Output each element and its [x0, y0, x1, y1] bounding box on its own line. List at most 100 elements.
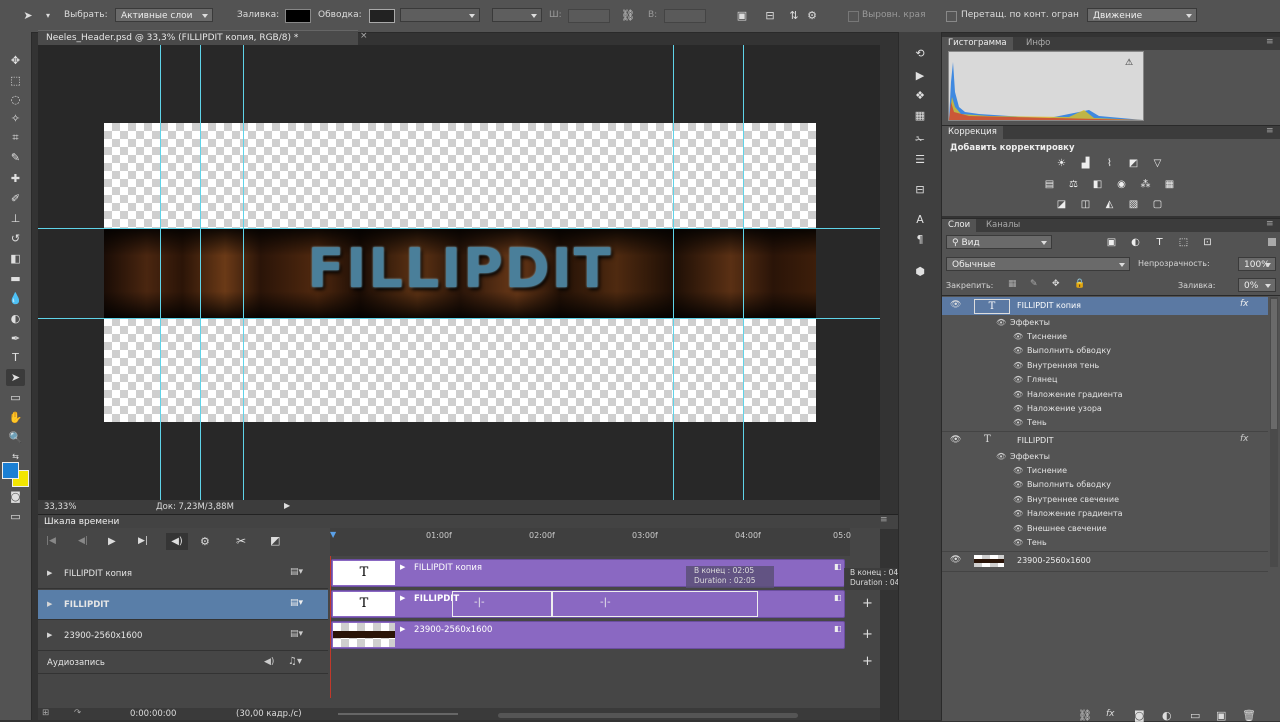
selected-clip-segment[interactable]: [552, 591, 758, 617]
new-adjustment-icon[interactable]: ◐: [1162, 709, 1172, 722]
status-menu-arrow-icon[interactable]: ▶: [284, 501, 290, 510]
3d-icon[interactable]: ⬢: [911, 264, 929, 280]
width-field[interactable]: [568, 9, 610, 23]
canvas-area[interactable]: FILLIPDIT: [38, 45, 880, 500]
next-frame-icon[interactable]: ▶|: [138, 536, 148, 546]
render-video-icon[interactable]: ↷: [74, 708, 81, 718]
actions-play-icon[interactable]: ▶: [911, 68, 929, 84]
audio-menu-icon[interactable]: ♫▾: [288, 656, 302, 667]
effect-visibility-eye-icon[interactable]: 👁: [1013, 375, 1023, 384]
tab-info[interactable]: Инфо: [1020, 37, 1056, 50]
gradient-tool-icon[interactable]: ▬: [6, 270, 25, 287]
effect-item[interactable]: 👁 Наложение градиента: [1013, 509, 1123, 518]
effect-visibility-eye-icon[interactable]: 👁: [1013, 390, 1023, 399]
clip-menu-icon[interactable]: ◧: [834, 593, 842, 602]
document-tab[interactable]: Neeles_Header.psd @ 33,3% (FILLIPDIT коп…: [38, 30, 358, 45]
effect-visibility-eye-icon[interactable]: 👁: [1013, 332, 1023, 341]
mode-dropdown[interactable]: Движение: [1087, 8, 1197, 22]
healing-brush-icon[interactable]: ✚: [6, 170, 25, 187]
layer-name[interactable]: FILLIPDIT: [1017, 436, 1053, 445]
brightness-contrast-icon[interactable]: ☀: [1054, 158, 1069, 170]
layer-row[interactable]: 👁 T FILLIPDIT fx: [942, 432, 1268, 450]
clip[interactable]: ▶ 23900-2560x1600 ◧: [331, 621, 845, 649]
filter-adjustment-icon[interactable]: ◐: [1128, 237, 1143, 249]
path-operations-icon[interactable]: ▣: [734, 8, 750, 23]
visibility-eye-icon[interactable]: 👁: [950, 555, 961, 565]
magic-wand-icon[interactable]: ✧: [6, 110, 25, 127]
guide-vertical[interactable]: [673, 45, 674, 500]
split-scissors-icon[interactable]: ✂: [236, 534, 246, 548]
invert-icon[interactable]: ◪: [1054, 199, 1069, 211]
layer-name[interactable]: 23900-2560x1600: [1017, 556, 1091, 565]
photo-filter-icon[interactable]: ◉: [1114, 179, 1129, 191]
expand-arrow-icon[interactable]: ▶: [47, 600, 52, 608]
effect-item[interactable]: 👁 Тень: [1013, 418, 1047, 427]
selected-clip-segment[interactable]: [452, 591, 552, 617]
quick-mask-icon[interactable]: ◙: [6, 488, 25, 505]
link-icon[interactable]: ⛓: [620, 8, 636, 23]
lock-all-icon[interactable]: 🔒: [1074, 279, 1085, 289]
constrain-checkbox[interactable]: [946, 11, 957, 22]
warning-icon[interactable]: ⚠: [1125, 58, 1133, 68]
effect-item[interactable]: 👁 Глянец: [1013, 375, 1057, 384]
select-dropdown[interactable]: Активные слои: [115, 8, 213, 22]
crop-tool-icon[interactable]: ⌗: [6, 129, 25, 146]
panel-menu-icon[interactable]: ≡: [1266, 37, 1274, 47]
effect-visibility-eye-icon[interactable]: 👁: [1013, 538, 1023, 547]
curves-icon[interactable]: ⌇: [1102, 158, 1117, 170]
height-field[interactable]: [664, 9, 706, 23]
guide-horizontal[interactable]: [38, 318, 880, 319]
layer-row-selected[interactable]: 👁 T FILLIPDIT копия fx: [942, 297, 1268, 315]
playback-settings-icon[interactable]: ⚙: [200, 535, 210, 548]
effect-item[interactable]: 👁 Наложение градиента: [1013, 390, 1123, 399]
effects-visibility-eye-icon[interactable]: 👁: [996, 452, 1006, 461]
add-audio-icon[interactable]: +: [862, 654, 873, 669]
effect-visibility-eye-icon[interactable]: 👁: [1013, 346, 1023, 355]
track-row-selected[interactable]: ▶ FILLIPDIT ▤▾: [38, 590, 328, 620]
type-tool-icon[interactable]: T: [6, 349, 25, 366]
paragraph-icon[interactable]: ¶: [911, 232, 929, 248]
delete-layer-icon[interactable]: 🗑: [1242, 709, 1256, 722]
panel-menu-icon[interactable]: ≡: [1266, 126, 1274, 136]
move-tool-icon[interactable]: ✥: [6, 52, 25, 69]
track-menu-icon[interactable]: ▤▾: [290, 598, 303, 608]
filter-smart-object-icon[interactable]: ⊡: [1200, 237, 1215, 249]
lock-image-icon[interactable]: ✎: [1030, 279, 1038, 289]
history-brush-icon[interactable]: ↺: [6, 230, 25, 247]
filter-type-icon[interactable]: T: [1152, 237, 1167, 249]
gradient-map-icon[interactable]: ▧: [1126, 199, 1141, 211]
effect-visibility-eye-icon[interactable]: 👁: [1013, 480, 1023, 489]
tab-adjustments[interactable]: Коррекция: [942, 126, 1003, 139]
pen-tool-icon[interactable]: ✒: [6, 330, 25, 347]
effect-item[interactable]: 👁 Внешнее свечение: [1013, 524, 1107, 533]
scrollbar-thumb[interactable]: [1271, 299, 1277, 429]
effect-item[interactable]: 👁 Выполнить обводку: [1013, 346, 1111, 355]
lock-transparent-icon[interactable]: ▦: [1008, 279, 1017, 289]
swatches-icon[interactable]: ▦: [911, 108, 929, 124]
blend-mode-dropdown[interactable]: Обычные: [946, 257, 1130, 271]
effect-item[interactable]: 👁 Тень: [1013, 538, 1047, 547]
audio-track-row[interactable]: Аудиозапись ◀) ♫▾: [38, 652, 328, 674]
eyedropper-icon[interactable]: ✎: [6, 149, 25, 166]
tab-layers[interactable]: Слои: [942, 219, 977, 232]
effects-group[interactable]: 👁 Эффекты: [996, 452, 1050, 461]
posterize-icon[interactable]: ◫: [1078, 199, 1093, 211]
fx-badge[interactable]: fx: [1240, 299, 1249, 309]
clip-expand-icon[interactable]: ▶: [400, 625, 405, 633]
fill-swatch[interactable]: [285, 9, 311, 23]
track-menu-icon[interactable]: ▤▾: [290, 629, 303, 639]
path-alignment-icon[interactable]: ⊟: [762, 8, 778, 23]
time-ruler[interactable]: ▼ 01:00f 02:00f 03:00f 04:00f 05:0: [330, 528, 851, 556]
fx-badge[interactable]: fx: [1240, 434, 1249, 444]
history-icon[interactable]: ⟲: [911, 46, 929, 62]
filter-pixel-icon[interactable]: ▣: [1104, 237, 1119, 249]
character-icon[interactable]: A: [911, 212, 929, 228]
layer-comps-icon[interactable]: ⊟: [911, 182, 929, 198]
playhead-icon[interactable]: ▼: [330, 530, 336, 539]
clip-expand-icon[interactable]: ▶: [400, 563, 405, 571]
filter-shape-icon[interactable]: ⬚: [1176, 237, 1191, 249]
zoom-slider[interactable]: [338, 713, 458, 715]
effect-visibility-eye-icon[interactable]: 👁: [1013, 524, 1023, 533]
lock-position-icon[interactable]: ✥: [1052, 279, 1060, 289]
convert-frames-icon[interactable]: ⊞: [42, 708, 49, 718]
